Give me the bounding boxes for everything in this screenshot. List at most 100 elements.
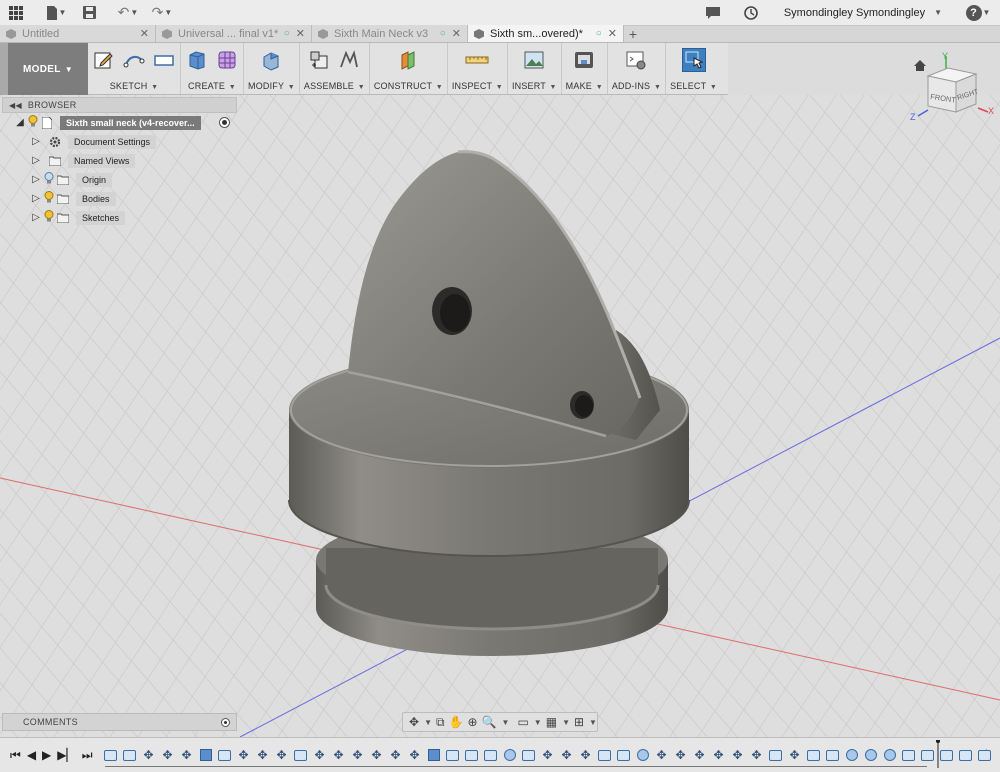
file-menu-button[interactable]: ▼	[42, 2, 70, 24]
visibility-bulb-icon[interactable]	[42, 210, 56, 225]
user-account-menu[interactable]: Symondingley Symondingley	[784, 7, 925, 19]
collapse-icon[interactable]: ◀◀	[9, 101, 22, 110]
timeline-feature-move-icon[interactable]: ✥	[711, 747, 727, 763]
press-pull-icon[interactable]	[259, 48, 283, 72]
timeline-feature-move-icon[interactable]: ✥	[540, 747, 556, 763]
tree-item-bodies[interactable]: ▷ Bodies	[2, 189, 237, 208]
timeline-feature-move-icon[interactable]: ✥	[160, 747, 176, 763]
tree-item-named-views[interactable]: ▷ Named Views	[2, 151, 237, 170]
timeline-feature-sketch-icon[interactable]	[103, 747, 119, 763]
construct-menu-label[interactable]: CONSTRUCT ▼	[374, 81, 443, 91]
visibility-bulb-icon[interactable]	[42, 172, 56, 187]
insert-image-icon[interactable]	[522, 48, 546, 72]
select-cursor-icon[interactable]	[681, 48, 706, 72]
orbit-icon[interactable]: ✥	[409, 715, 419, 729]
timeline-feature-move-icon[interactable]: ✥	[350, 747, 366, 763]
browser-header[interactable]: ◀◀ BROWSER	[2, 97, 237, 113]
timeline-feature-fillet-icon[interactable]	[844, 747, 860, 763]
sketch-menu-label[interactable]: SKETCH ▼	[110, 81, 159, 91]
job-status-clock-icon[interactable]	[740, 2, 762, 24]
undo-button[interactable]: ↶ ▼	[114, 2, 142, 24]
save-icon[interactable]	[78, 2, 100, 24]
tree-root-document[interactable]: ◢ Sixth small neck (v4-recover...	[2, 113, 237, 132]
create-sketch-icon[interactable]	[92, 48, 116, 72]
timeline-feature-move-icon[interactable]: ✥	[559, 747, 575, 763]
expand-arrow-icon[interactable]: ▷	[30, 136, 42, 147]
timeline-feature-move-icon[interactable]: ✥	[654, 747, 670, 763]
timeline-feature-fillet-icon[interactable]	[882, 747, 898, 763]
step-back-icon[interactable]: ◀	[27, 748, 36, 763]
expand-arrow-icon[interactable]: ▷	[30, 193, 42, 204]
expand-arrow-icon[interactable]: ◢	[14, 117, 26, 128]
pan-hand-icon[interactable]: ✋	[449, 715, 464, 729]
tab-sixth-main-neck[interactable]: Sixth Main Neck v3 ○ ✕	[312, 25, 468, 42]
timeline-feature-fillet-icon[interactable]	[502, 747, 518, 763]
visibility-bulb-icon[interactable]	[42, 191, 56, 206]
view-cube[interactable]: Y Z X FRONT RIGHT	[908, 50, 998, 130]
new-component-icon[interactable]	[307, 48, 331, 72]
inspect-menu-label[interactable]: INSPECT ▼	[452, 81, 503, 91]
extrude-icon[interactable]	[185, 48, 209, 72]
tab-untitled[interactable]: Untitled ✕	[0, 25, 156, 42]
viewports-icon[interactable]: ⊞	[574, 715, 584, 729]
comments-panel[interactable]: COMMENTS	[2, 713, 237, 731]
timeline-feature-sketch-icon[interactable]	[920, 747, 936, 763]
close-icon[interactable]: ✕	[608, 27, 617, 40]
rectangle-tool-icon[interactable]	[152, 48, 176, 72]
timeline-feature-move-icon[interactable]: ✥	[578, 747, 594, 763]
timeline-feature-sketch-icon[interactable]	[768, 747, 784, 763]
timeline-feature-sketch-icon[interactable]	[122, 747, 138, 763]
expand-arrow-icon[interactable]: ▷	[30, 155, 42, 166]
zoom-icon[interactable]: 🔍	[482, 715, 497, 729]
timeline-feature-move-icon[interactable]: ✥	[141, 747, 157, 763]
view-cube-home-icon[interactable]	[914, 60, 926, 71]
tab-universal[interactable]: Universal ... final v1* ○ ✕	[156, 25, 312, 42]
grid-settings-icon[interactable]: ▦	[546, 715, 557, 729]
play-icon[interactable]: ▶	[42, 748, 51, 763]
timeline-feature-sketch-icon[interactable]	[521, 747, 537, 763]
insert-menu-label[interactable]: INSERT ▼	[512, 81, 557, 91]
select-menu-label[interactable]: SELECT ▼	[670, 81, 717, 91]
timeline-feature-move-icon[interactable]: ✥	[236, 747, 252, 763]
timeline-feature-sketch-icon[interactable]	[445, 747, 461, 763]
go-to-end-icon[interactable]: ⏭	[82, 748, 93, 763]
timeline-feature-sketch-icon[interactable]	[901, 747, 917, 763]
timeline-feature-sketch-icon[interactable]	[464, 747, 480, 763]
look-at-icon[interactable]: ⧉	[436, 715, 445, 730]
timeline-feature-fillet-icon[interactable]	[863, 747, 879, 763]
measure-icon[interactable]	[465, 48, 489, 72]
help-button[interactable]: ? ▼	[964, 2, 992, 24]
new-tab-button[interactable]: +	[624, 25, 642, 42]
assemble-menu-label[interactable]: ASSEMBLE ▼	[304, 81, 365, 91]
workspace-switcher-button[interactable]: MODEL ▼	[0, 43, 88, 95]
zoom-window-icon[interactable]: ⊕	[468, 715, 478, 729]
step-forward-icon[interactable]: ▶▏	[57, 748, 75, 763]
timeline-feature-move-icon[interactable]: ✥	[255, 747, 271, 763]
tree-item-document-settings[interactable]: ▷ Document Settings	[2, 132, 237, 151]
timeline-feature-extrude-icon[interactable]	[198, 747, 214, 763]
timeline-feature-fillet-icon[interactable]	[635, 747, 651, 763]
create-menu-label[interactable]: CREATE ▼	[188, 81, 236, 91]
tree-item-sketches[interactable]: ▷ Sketches	[2, 208, 237, 227]
timeline-feature-move-icon[interactable]: ✥	[730, 747, 746, 763]
timeline-feature-move-icon[interactable]: ✥	[749, 747, 765, 763]
activate-radio[interactable]	[219, 117, 230, 128]
timeline-feature-move-icon[interactable]: ✥	[274, 747, 290, 763]
timeline-marker[interactable]	[936, 740, 940, 768]
close-icon[interactable]: ✕	[140, 27, 149, 40]
timeline-feature-move-icon[interactable]: ✥	[692, 747, 708, 763]
timeline-feature-move-icon[interactable]: ✥	[388, 747, 404, 763]
timeline-feature-move-icon[interactable]: ✥	[407, 747, 423, 763]
timeline-feature-sketch-icon[interactable]	[616, 747, 632, 763]
go-to-start-icon[interactable]: ⏮	[10, 748, 21, 763]
timeline-feature-sketch-icon[interactable]	[806, 747, 822, 763]
visibility-bulb-icon[interactable]	[26, 115, 40, 130]
timeline-feature-sketch-icon[interactable]	[977, 747, 993, 763]
scripts-add-ins-icon[interactable]	[624, 48, 648, 72]
close-icon[interactable]: ✕	[452, 27, 461, 40]
line-tool-icon[interactable]	[122, 48, 146, 72]
timeline-feature-extrude-icon[interactable]	[426, 747, 442, 763]
timeline-feature-sketch-icon[interactable]	[217, 747, 233, 763]
timeline-feature-move-icon[interactable]: ✥	[673, 747, 689, 763]
redo-button[interactable]: ↷ ▼	[148, 2, 176, 24]
